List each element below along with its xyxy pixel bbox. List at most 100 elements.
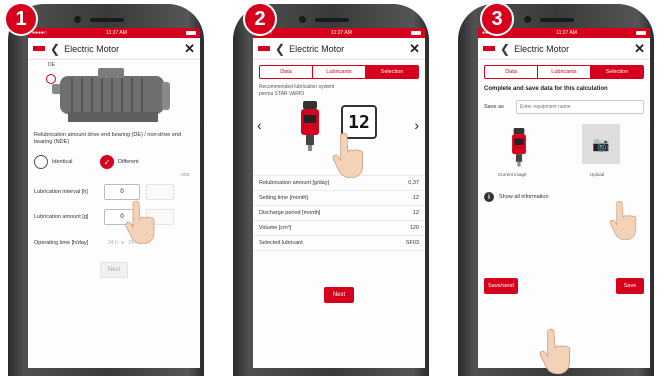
navbar: ❮ Electric Motor ✕: [253, 38, 425, 60]
tab-lubricants[interactable]: Lubricants: [538, 66, 591, 78]
interval-row: Lubrication interval [h] 0: [28, 180, 200, 204]
save-button[interactable]: Save: [616, 278, 644, 294]
radio-identical[interactable]: [34, 155, 48, 169]
navbar: ❮ Electric Motor ✕: [28, 38, 200, 60]
action-buttons: Save/send Save: [478, 278, 650, 294]
table-row: Selected lubricant SF03: [253, 236, 425, 251]
operating-from[interactable]: 24 h: [108, 240, 118, 246]
identical-label: Identical: [52, 159, 73, 165]
row-value: SF03: [405, 240, 419, 246]
row-value: 12: [412, 195, 419, 201]
page-title: Electric Motor: [64, 43, 120, 54]
speaker-icon: [315, 18, 349, 22]
show-info-label: Show all information: [499, 194, 549, 200]
motor-illustration: DE: [28, 60, 200, 130]
upload-label: Upload: [590, 172, 605, 177]
table-row: Setting time [month] 12: [253, 191, 425, 206]
back-icon[interactable]: ❮: [275, 43, 285, 55]
phone-2: 2 ●●●●○ 11:27 AM ❮ Electric Motor ✕ Data…: [225, 0, 437, 376]
row-label: Discharge period [month]: [259, 210, 321, 216]
table-row: Relubrication amount [g/day] 0,37: [253, 176, 425, 191]
interval-nde-input[interactable]: [146, 184, 174, 200]
battery-icon: [636, 31, 646, 35]
save-send-button[interactable]: Save/send: [484, 278, 518, 294]
tab-selection[interactable]: Selection: [366, 66, 418, 78]
navbar: ❮ Electric Motor ✕: [478, 38, 650, 60]
different-label: Different: [118, 159, 139, 165]
lubricator-icon: [301, 101, 319, 151]
phone-frame: ●●●●○ 11:27 AM ❮ Electric Motor ✕ Data L…: [233, 4, 429, 376]
camera-icon: [74, 16, 81, 23]
current-image-label: Current image: [498, 172, 527, 177]
interval-input[interactable]: 0: [104, 184, 140, 200]
screen-3: ●●●●○ 11:27 AM ❮ Electric Motor ✕ Data L…: [478, 28, 650, 368]
brand-logo: [258, 46, 270, 51]
row-value: 120: [409, 225, 419, 231]
radio-different[interactable]: ✓: [100, 155, 114, 169]
save-as-row: Save as: [478, 94, 650, 120]
tab-bar: Data Lubricants Selection: [484, 65, 644, 79]
nde-column-label: NDE: [180, 172, 190, 177]
page-title: Electric Motor: [289, 43, 345, 54]
bearing-options: Identical ✓ Different: [28, 152, 200, 172]
row-value: 0,37: [408, 180, 419, 186]
next-button[interactable]: Next: [324, 287, 354, 303]
step-badge-1: 1: [4, 2, 38, 36]
phone-1: 1 ●●●●○ 11:27 AM ❮ Electric Motor ✕ DE R…: [0, 0, 212, 376]
status-bar: ●●●●○ 11:27 AM: [28, 28, 200, 38]
back-icon[interactable]: ❮: [500, 43, 510, 55]
close-icon[interactable]: ✕: [634, 41, 645, 57]
speaker-icon: [540, 18, 574, 22]
save-as-label: Save as: [484, 104, 504, 110]
carousel-prev-icon[interactable]: ‹: [257, 117, 262, 133]
interval-label: Lubrication interval [h]: [34, 188, 88, 195]
table-row: Volume [cm³] 120: [253, 221, 425, 236]
operating-row: Operating time [h/day] 24 h ▸ 24 h ▸: [28, 230, 200, 256]
tab-bar: Data Lubricants Selection: [259, 65, 419, 79]
amount-label: Lubrication amount [g]: [34, 213, 89, 220]
battery-icon: [411, 31, 421, 35]
phone-3: 3 ●●●●○ 11:27 AM ❮ Electric Motor ✕ Data…: [450, 0, 662, 376]
result-table: Relubrication amount [g/day] 0,37 Setting…: [253, 175, 425, 251]
carrier-text: ●●●●○: [32, 30, 48, 36]
brand-logo: [483, 46, 495, 51]
status-time: 11:27 AM: [106, 30, 127, 36]
close-icon[interactable]: ✕: [184, 41, 195, 57]
question-text: Relubrication amount drive end bearing (…: [34, 132, 182, 146]
camera-icon: [524, 16, 531, 23]
row-label: Relubrication amount [g/day]: [259, 180, 330, 186]
phone-frame: ●●●●○ 11:27 AM ❮ Electric Motor ✕ DE Rel…: [8, 4, 204, 376]
save-heading: Complete and save data for this calculat…: [484, 86, 608, 92]
amount-row: Lubrication amount [g] 0: [28, 204, 200, 230]
camera-icon: [299, 16, 306, 23]
row-label: Volume [cm³]: [259, 225, 292, 231]
speaker-icon: [90, 18, 124, 22]
phone-frame: ●●●●○ 11:27 AM ❮ Electric Motor ✕ Data L…: [458, 4, 654, 376]
carousel-next-icon[interactable]: ›: [414, 117, 419, 133]
hand-pointer-icon: [539, 328, 571, 374]
back-icon[interactable]: ❮: [50, 43, 60, 55]
hand-pointer-icon: [125, 200, 155, 244]
next-button[interactable]: Next: [100, 262, 128, 278]
screen-2: ●●●●○ 11:27 AM ❮ Electric Motor ✕ Data L…: [253, 28, 425, 368]
electric-motor-icon: [52, 68, 170, 122]
image-area: Current image 📷 Upload: [478, 120, 650, 188]
equipment-name-input[interactable]: [516, 100, 644, 114]
screen-1: ●●●●○ 11:27 AM ❮ Electric Motor ✕ DE Rel…: [28, 28, 200, 368]
table-row: Discharge period [month] 12: [253, 206, 425, 221]
tab-selection[interactable]: Selection: [591, 66, 643, 78]
page-title: Electric Motor: [514, 43, 570, 54]
row-label: Setting time [month]: [259, 195, 308, 201]
battery-icon: [186, 31, 196, 35]
step-badge-2: 2: [243, 2, 277, 36]
camera-upload-button[interactable]: 📷: [582, 124, 620, 164]
tab-data[interactable]: Data: [485, 66, 538, 78]
close-icon[interactable]: ✕: [409, 41, 420, 57]
tab-data[interactable]: Data: [260, 66, 313, 78]
tab-lubricants[interactable]: Lubricants: [313, 66, 366, 78]
operating-label: Operating time [h/day]: [34, 239, 89, 246]
display-value: 12: [348, 111, 370, 133]
brand-logo: [33, 46, 45, 51]
status-bar: ●●●●○ 11:27 AM: [253, 28, 425, 38]
row-label: Selected lubricant: [259, 240, 303, 246]
